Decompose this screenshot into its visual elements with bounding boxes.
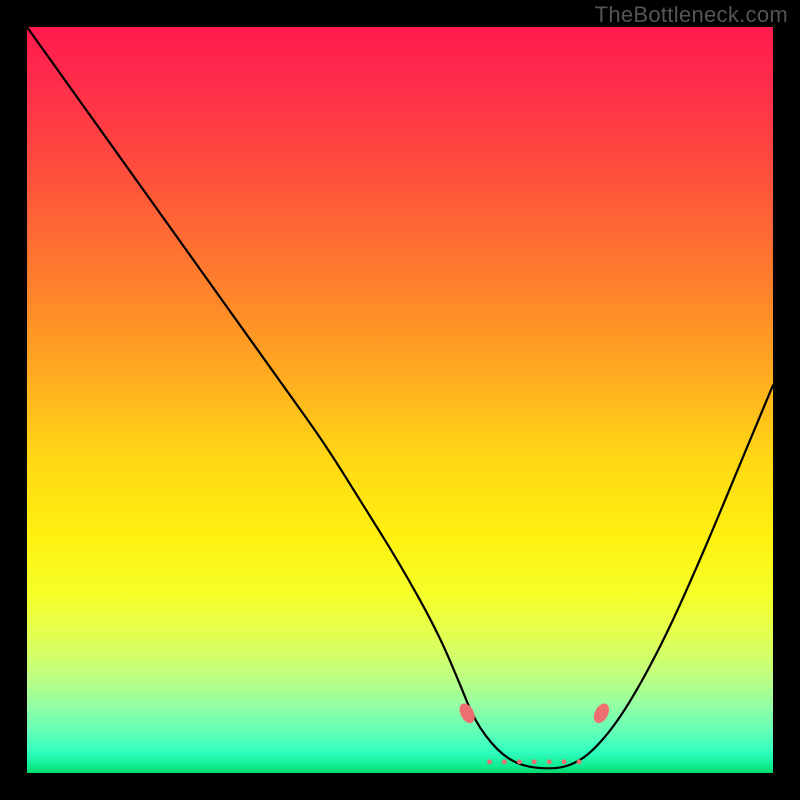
trough-dot xyxy=(532,759,537,764)
left-marker xyxy=(457,702,477,725)
bottleneck-curve-svg xyxy=(27,27,773,773)
bottleneck-curve-path xyxy=(27,27,773,768)
trough-dot xyxy=(547,759,552,764)
right-marker xyxy=(591,702,611,725)
attribution-text: TheBottleneck.com xyxy=(595,2,788,28)
trough-dot xyxy=(517,759,522,764)
trough-dot xyxy=(562,759,567,764)
trough-dot xyxy=(502,759,507,764)
trough-dot xyxy=(487,759,492,764)
trough-dot xyxy=(577,759,582,764)
chart-plot-area xyxy=(27,27,773,773)
trough-dot-row xyxy=(487,759,581,764)
